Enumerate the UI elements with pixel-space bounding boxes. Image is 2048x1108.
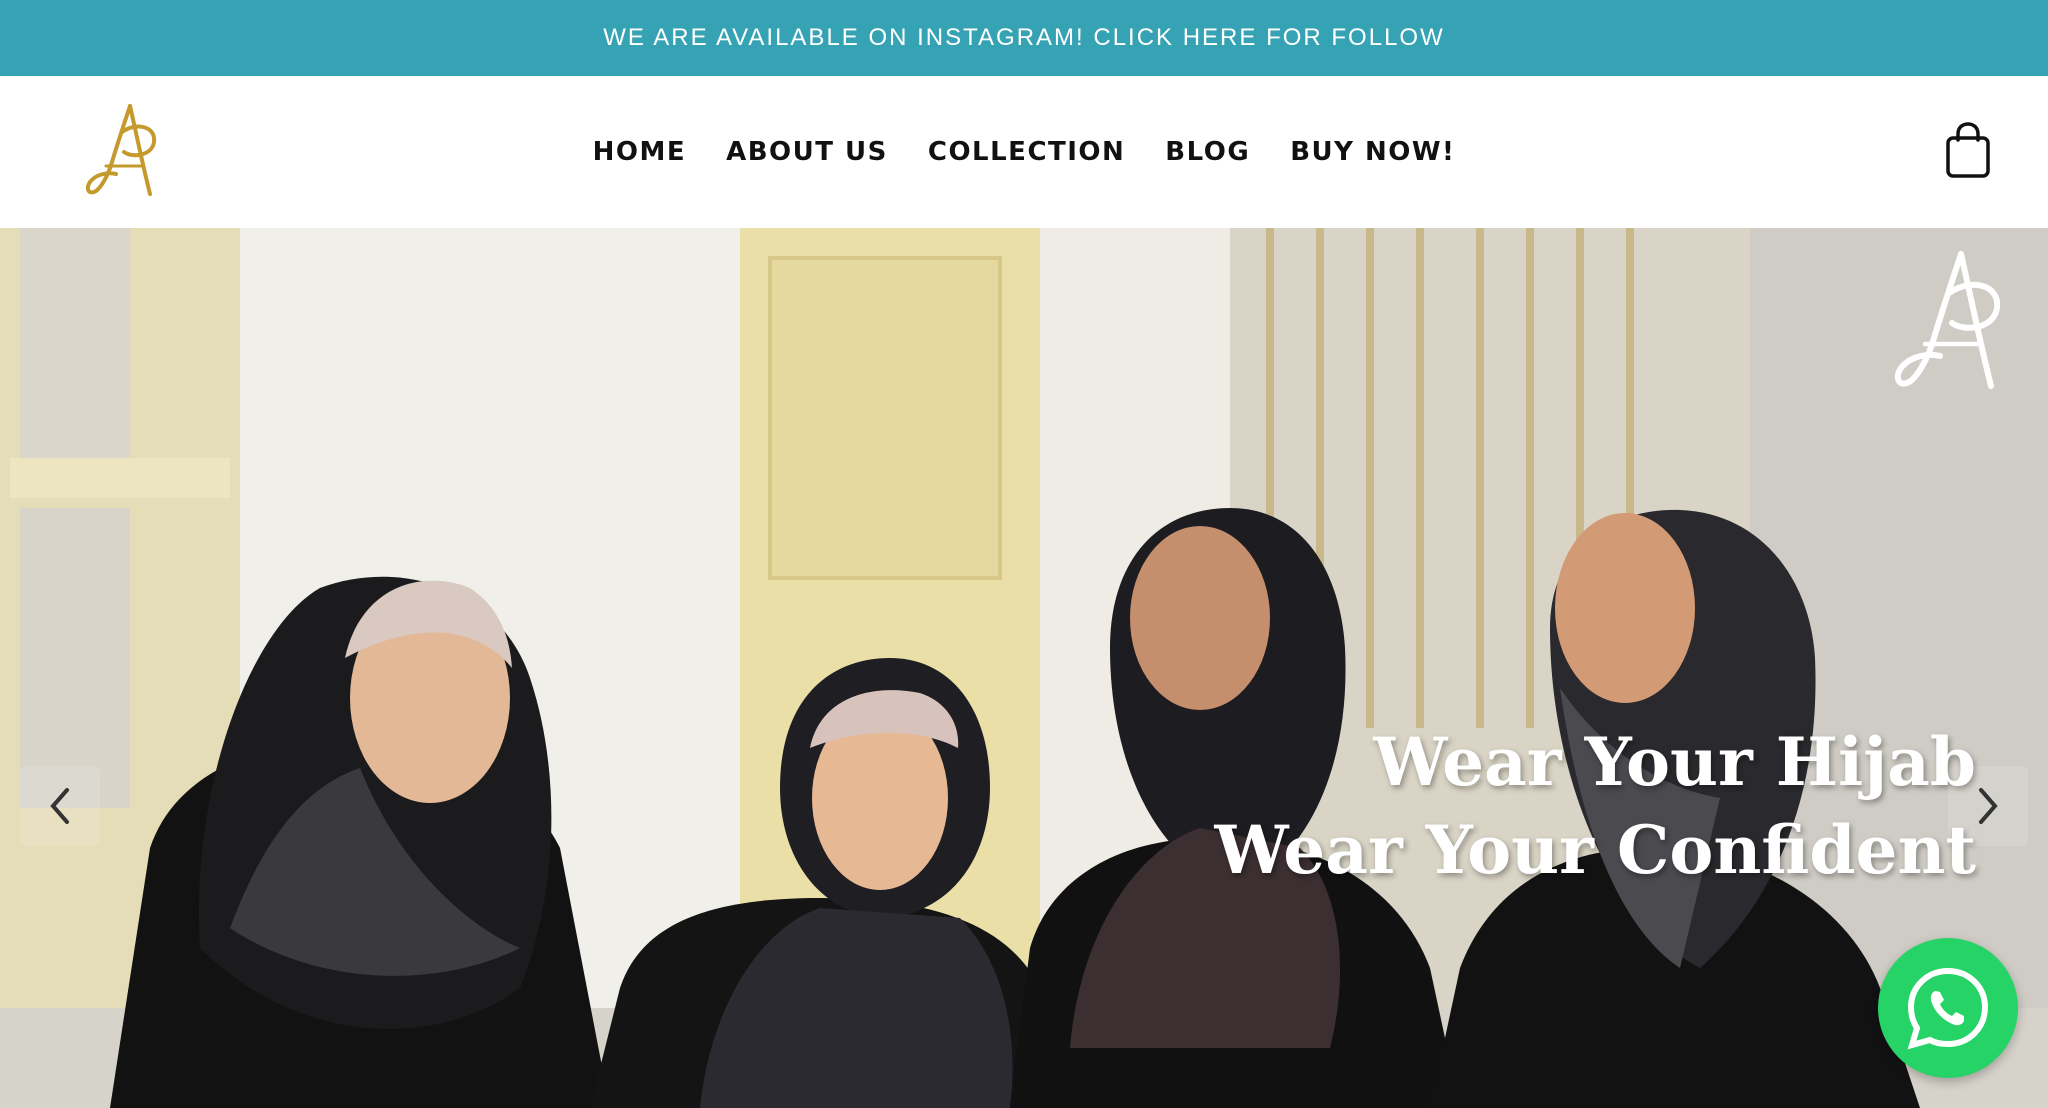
main-navigation: HOME ABOUT US COLLECTION BLOG BUY NOW!	[0, 76, 2048, 228]
shopping-bag-icon[interactable]	[1944, 122, 1992, 178]
announcement-bar[interactable]: WE ARE AVAILABLE ON INSTAGRAM! CLICK HER…	[0, 0, 2048, 76]
whatsapp-icon	[1907, 967, 1989, 1050]
slider-next-button[interactable]	[1948, 766, 2028, 846]
hero-slider: Wear Your Hijab Wear Your Confident	[0, 228, 2048, 1108]
whatsapp-chat-button[interactable]	[1878, 938, 2018, 1078]
hero-headline: Wear Your Hijab Wear Your Confident	[1214, 718, 1976, 894]
chevron-left-icon	[50, 788, 69, 824]
hero-headline-line-2: Wear Your Confident	[1214, 811, 1976, 889]
nav-blog[interactable]: BLOG	[1165, 137, 1250, 167]
slider-prev-button[interactable]	[20, 766, 100, 846]
hero-headline-line-1: Wear Your Hijab	[1373, 723, 1976, 801]
announcement-text: WE ARE AVAILABLE ON INSTAGRAM! CLICK HER…	[603, 24, 1445, 51]
nav-collection[interactable]: COLLECTION	[928, 137, 1125, 167]
site-header: HOME ABOUT US COLLECTION BLOG BUY NOW!	[0, 76, 2048, 228]
brand-watermark-icon	[1894, 251, 2001, 389]
hero-photo	[0, 228, 2048, 1108]
nav-home[interactable]: HOME	[593, 137, 687, 167]
chevron-right-icon	[1979, 788, 1998, 824]
nav-buy-now[interactable]: BUY NOW!	[1290, 137, 1455, 167]
nav-about-us[interactable]: ABOUT US	[726, 137, 888, 167]
brand-logo-icon[interactable]	[84, 102, 168, 202]
